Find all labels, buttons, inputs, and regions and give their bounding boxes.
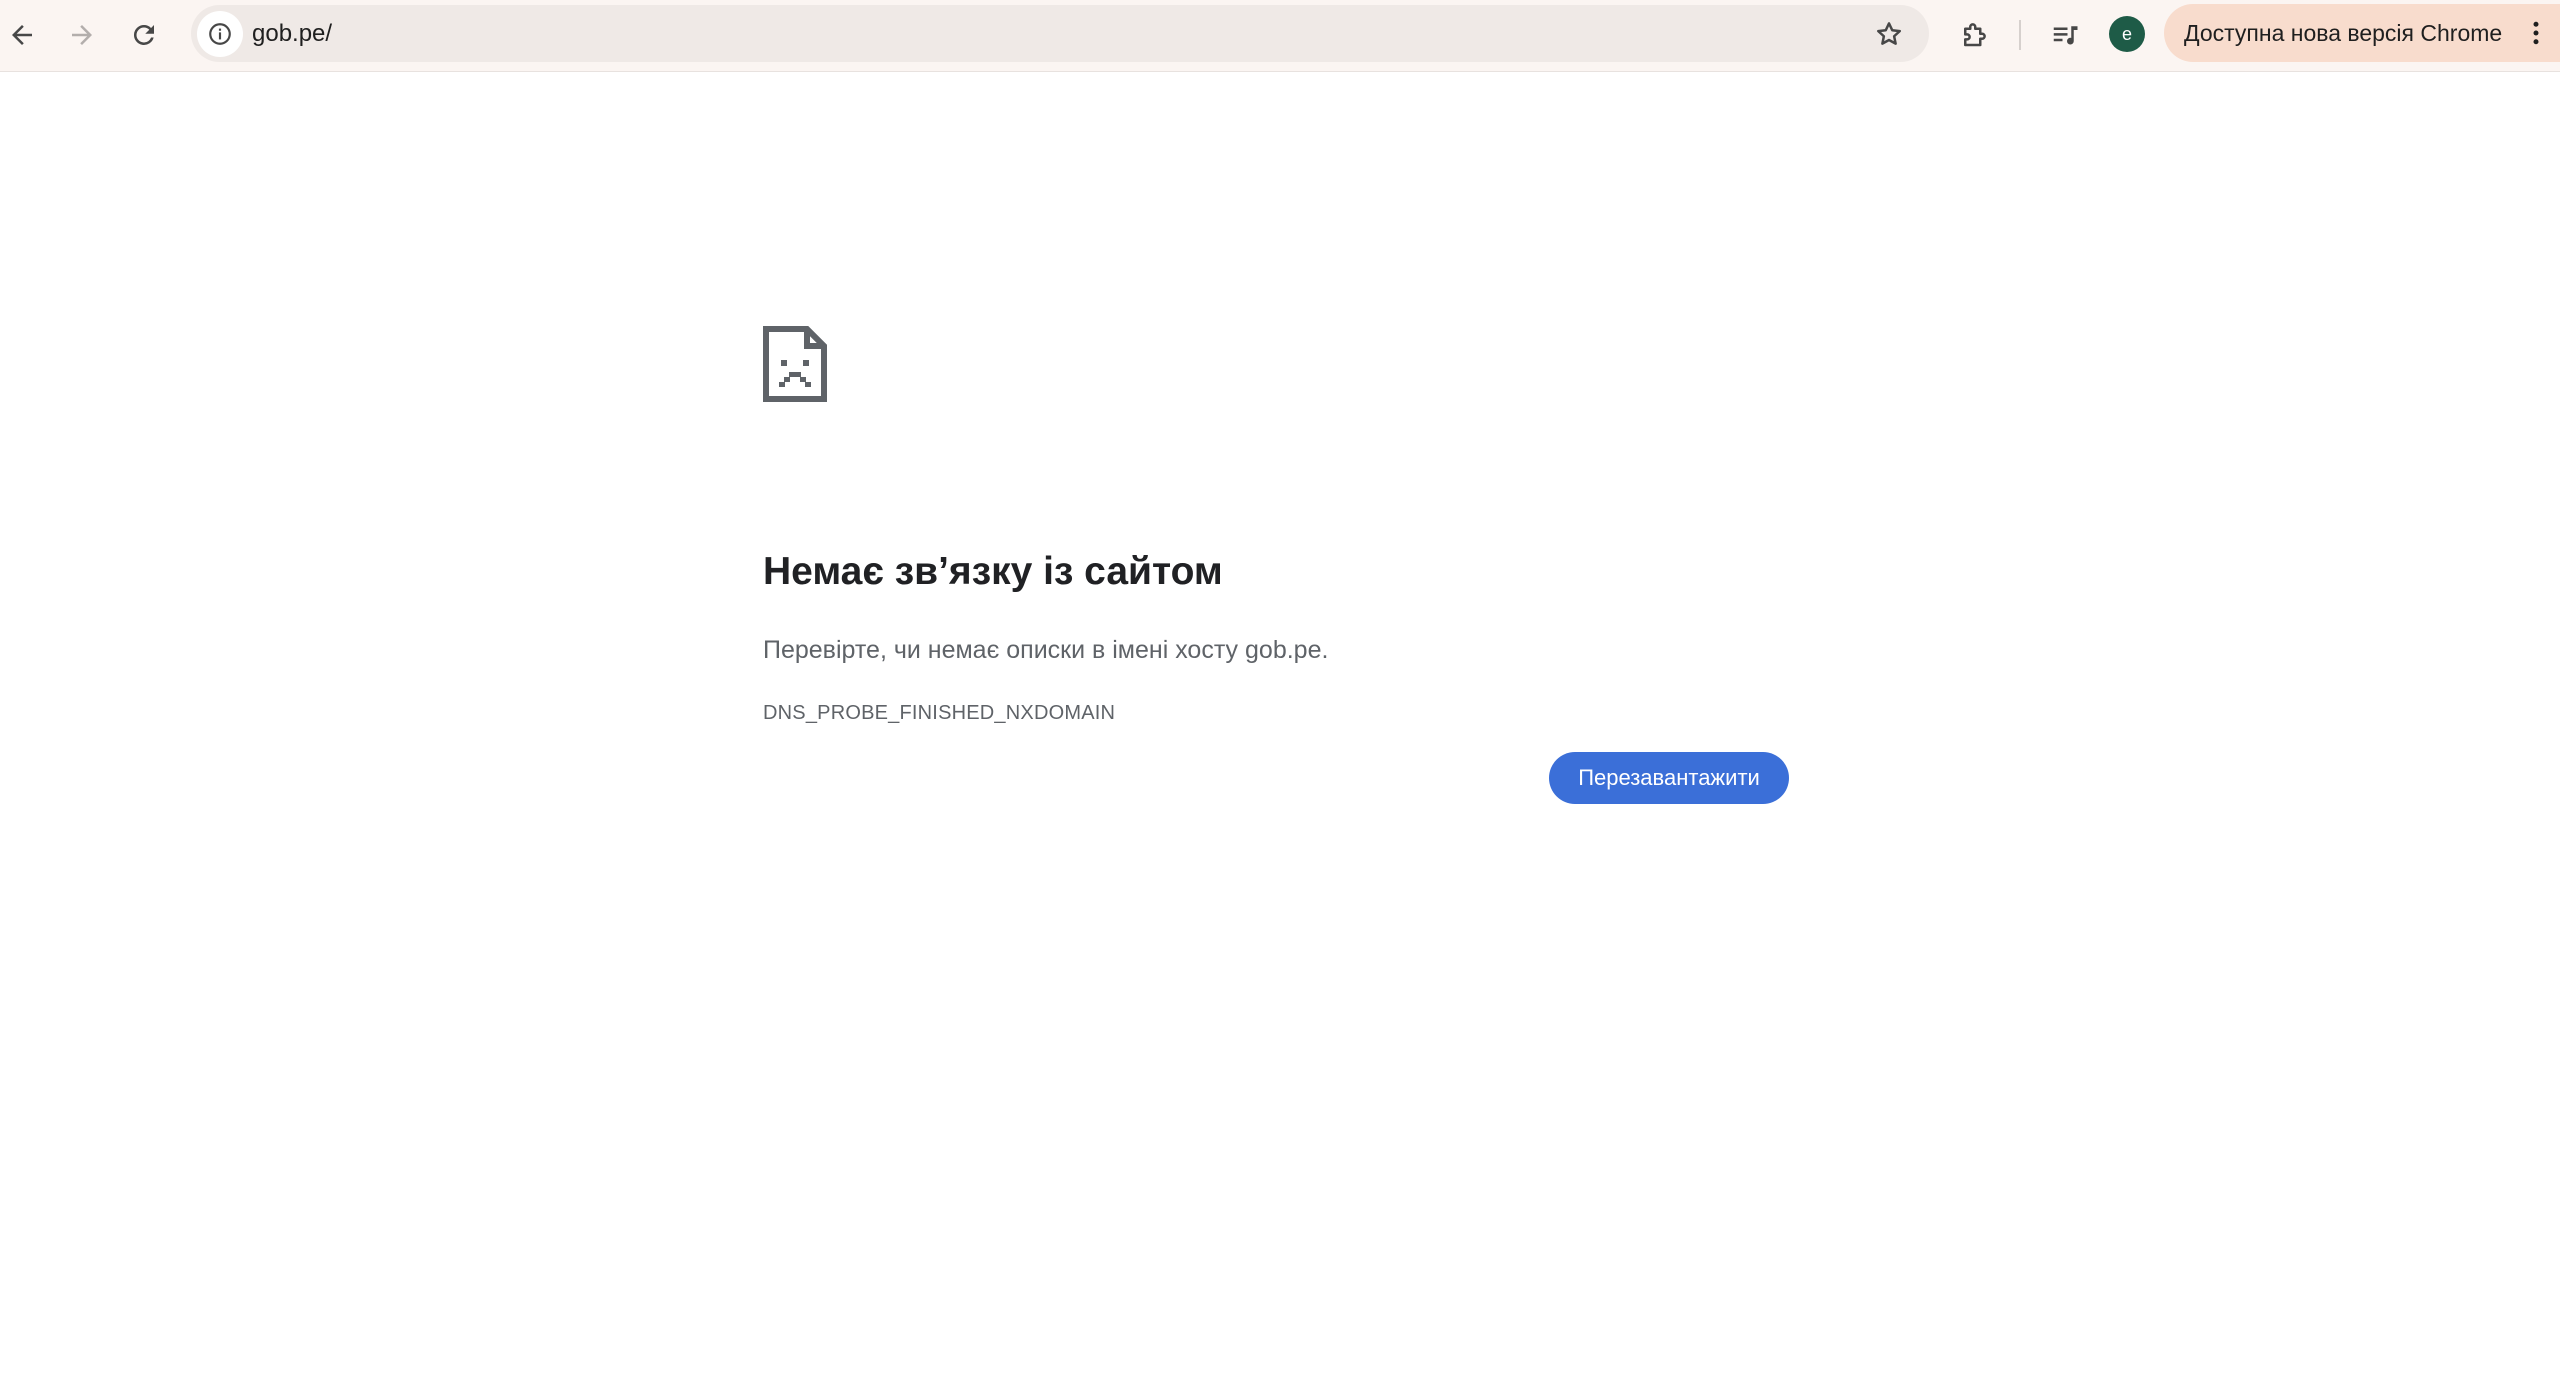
error-title: Немає звʼязку із сайтом [763,550,1223,593]
reload-button[interactable] [119,10,169,60]
update-chip-label: Доступна нова версія Chrome [2184,20,2503,46]
forward-button[interactable] [57,10,107,60]
media-controls-icon [2053,26,2078,45]
sad-page-icon [763,326,827,402]
menu-button[interactable] [2516,13,2556,53]
back-arrow-icon [12,25,32,45]
forward-arrow-icon [72,25,92,45]
update-chrome-chip[interactable]: Доступна нова версія Chrome [2164,4,2560,62]
url-text[interactable]: gob.pe/ [252,5,332,62]
error-code: DNS_PROBE_FINISHED_NXDOMAIN [763,702,1116,724]
bookmark-star-icon [1877,22,1901,45]
extensions-puzzle-icon [1964,23,1986,47]
extensions-button[interactable] [1950,11,1998,59]
site-info-icon [209,23,231,45]
media-controls-button[interactable] [2041,11,2089,59]
address-bar[interactable]: gob.pe/ [191,5,1929,62]
site-info-button[interactable] [197,11,243,57]
profile-avatar[interactable]: e [2109,16,2145,52]
reload-icon [133,24,154,45]
more-vert-icon [2533,21,2539,45]
back-button[interactable] [0,10,47,60]
reload-page-button[interactable]: Перезавантажити [1549,752,1789,804]
browser-toolbar: gob.pe/ e Доступна нова версія Chrome [0,0,2560,72]
toolbar-divider [2019,20,2021,50]
bookmark-button[interactable] [1869,14,1909,54]
error-description: Перевірте, чи немає описки в імені хосту… [763,636,1329,664]
